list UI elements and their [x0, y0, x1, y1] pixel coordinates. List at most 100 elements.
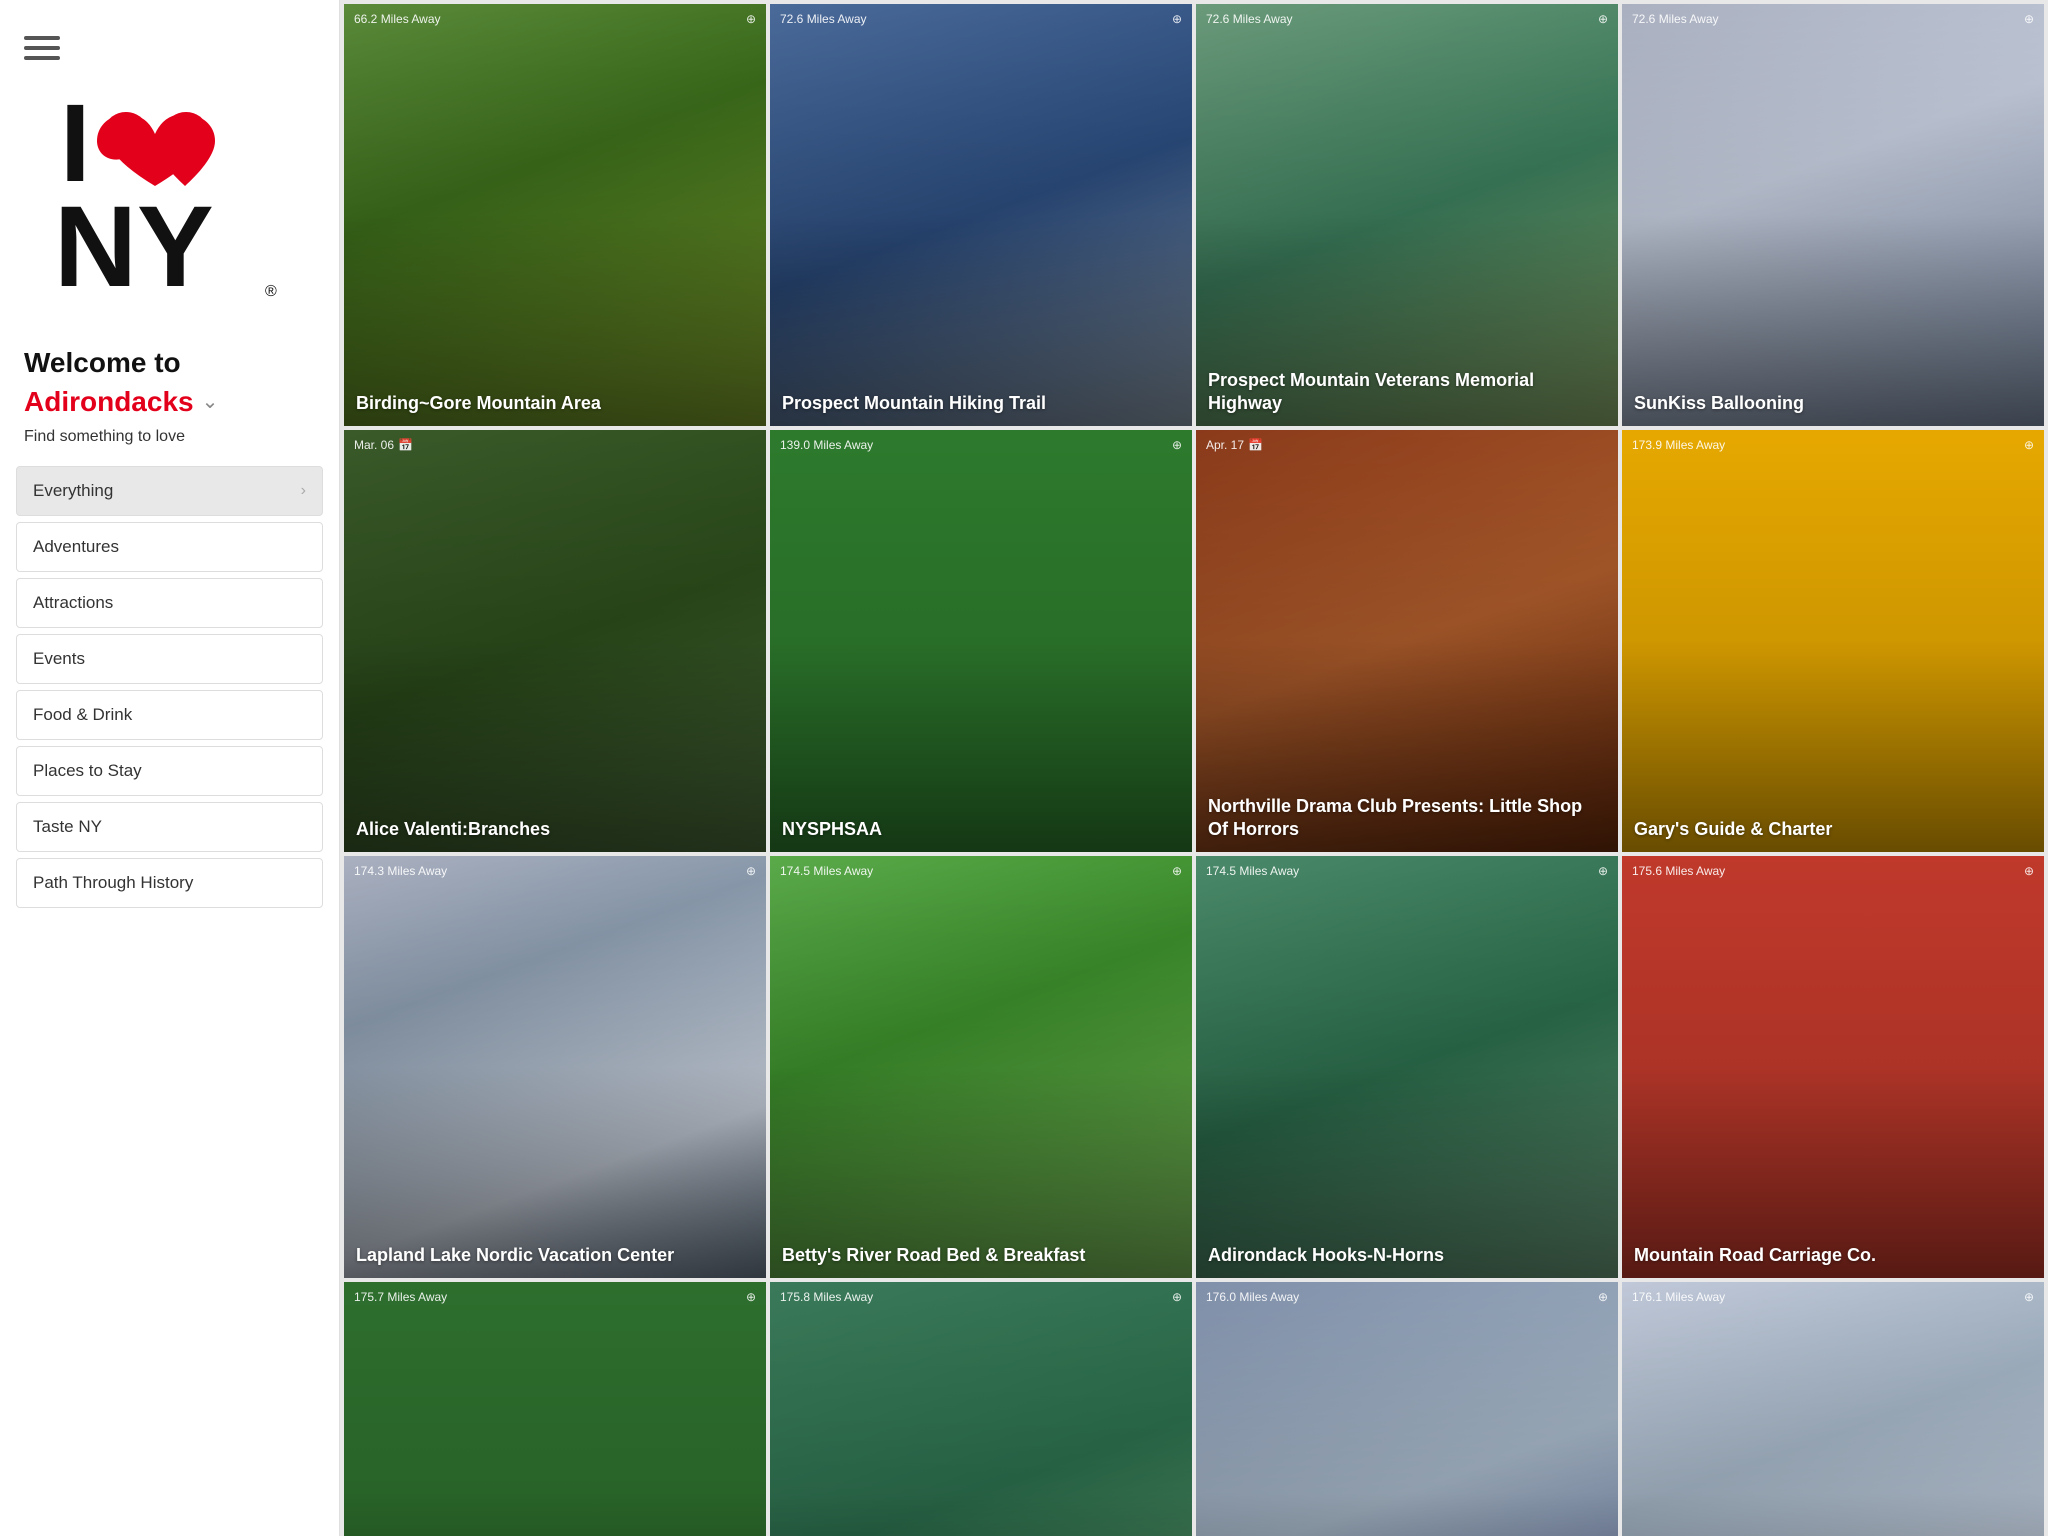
globe-icon: ⊕ [2024, 1290, 2034, 1304]
region-row: Adirondacks ⌄ [0, 386, 339, 424]
card-title: Mountain Road Carriage Co. [1622, 1234, 2044, 1279]
card-overlay [770, 1282, 1192, 1536]
card-overlay [770, 856, 1192, 1278]
miles-badge: 173.9 Miles Away [1632, 438, 1725, 452]
nav-item-label: Food & Drink [33, 705, 132, 725]
card-top-bar: 72.6 Miles Away ⊕ [1196, 4, 1618, 34]
miles-badge: 72.6 Miles Away [780, 12, 867, 26]
card-top-bar: 174.5 Miles Away⊕ [1196, 856, 1618, 886]
i-love-ny-logo: I NY ® [50, 86, 290, 316]
card-top-bar: 175.7 Miles Away ⊕ [344, 1282, 766, 1312]
nav-item-label: Taste NY [33, 817, 102, 837]
logo-area: I NY ® [0, 86, 339, 336]
card-nysphsaa[interactable]: 139.0 Miles Away⊕ NYSPHSAA [770, 430, 1192, 852]
card-ballooning-adventures[interactable]: 176.1 Miles Away⊕Ballooning Adventures [1622, 1282, 2044, 1536]
date-badge: Mar. 06 📅 [354, 438, 413, 452]
card-garys-guide[interactable]: 173.9 Miles Away⊕Gary's Guide & Charter [1622, 430, 2044, 852]
card-overlay [1622, 4, 2044, 426]
card-prospect-hiking[interactable]: 72.6 Miles Away ⊕ Prospect Mountain Hiking… [770, 4, 1192, 426]
card-west-mountain[interactable]: 176.0 Miles Away⊕West Mountain [1196, 1282, 1618, 1536]
card-overlay [344, 856, 766, 1278]
card-top-bar: 175.6 Miles Away⊕ [1622, 856, 2044, 886]
card-overlay [770, 430, 1192, 852]
calendar-icon: 📅 [398, 438, 413, 452]
sidebar-item-events[interactable]: Events [16, 634, 323, 684]
globe-icon: ⊕ [1172, 1290, 1182, 1304]
card-top-bar: 176.0 Miles Away ⊕ [1196, 1282, 1618, 1312]
card-overlay [344, 1282, 766, 1536]
card-top-bar: Mar. 06 📅 [344, 430, 766, 460]
card-prospect-veterans[interactable]: 72.6 Miles Away ⊕ Prospect Mountain Vetera… [1196, 4, 1618, 426]
card-mountain-road-carriage[interactable]: 175.6 Miles Away⊕ Mountain Road Carriage … [1622, 856, 2044, 1278]
hamburger-menu[interactable] [0, 20, 339, 86]
miles-badge: 175.7 Miles Away [354, 1290, 447, 1304]
card-title: Prospect Mountain Veterans Memorial High… [1196, 359, 1618, 426]
card-top-bar: 72.6 Miles Away⊕ [1622, 4, 2044, 34]
nav-item-arrow: › [301, 482, 306, 500]
globe-icon: ⊕ [1598, 864, 1608, 878]
globe-icon: ⊕ [746, 864, 756, 878]
card-top-bar: 66.2 Miles Away⊕ [344, 4, 766, 34]
sidebar-item-adventures[interactable]: Adventures [16, 522, 323, 572]
card-adirondack-hooks[interactable]: 174.5 Miles Away⊕ Adirondack Hooks-N-Horn… [1196, 856, 1618, 1278]
card-top-bar: 139.0 Miles Away⊕ [770, 430, 1192, 460]
miles-badge: 72.6 Miles Away [1206, 12, 1293, 26]
globe-icon: ⊕ [1172, 864, 1182, 878]
card-lapland-lake[interactable]: 174.3 Miles Away ⊕ Lapland Lake Nordic Vac… [344, 856, 766, 1278]
sidebar-item-everything[interactable]: Everything › [16, 466, 323, 516]
sidebar-item-taste-ny[interactable]: Taste NY [16, 802, 323, 852]
svg-text:NY: NY [54, 183, 214, 311]
globe-icon: ⊕ [746, 1290, 756, 1304]
calendar-icon: 📅 [1248, 438, 1263, 452]
globe-icon: ⊕ [1598, 1290, 1608, 1304]
date-badge: Apr. 17 📅 [1206, 438, 1263, 452]
nav-item-label: Path Through History [33, 873, 193, 893]
card-overlay [1622, 856, 2044, 1278]
card-top-bar: Apr. 17 📅 [1196, 430, 1618, 460]
sidebar-item-food-drink[interactable]: Food & Drink [16, 690, 323, 740]
miles-badge: 66.2 Miles Away [354, 12, 441, 26]
nav-item-label: Places to Stay [33, 761, 142, 781]
cards-grid: 66.2 Miles Away⊕Birding~Gore Mountain Ar… [340, 0, 2048, 1536]
card-northville-drama[interactable]: Apr. 17 📅 Northville Drama Club Presents:… [1196, 430, 1618, 852]
card-overlay [344, 4, 766, 426]
sidebar: I NY ® Welcome to Adirondacks ⌄ Find som… [0, 0, 340, 1536]
navigation-list: Everything › Adventures Attractions Events Fo… [0, 466, 339, 914]
miles-badge: 174.5 Miles Away [780, 864, 873, 878]
sidebar-item-places-to-stay[interactable]: Places to Stay [16, 746, 323, 796]
sidebar-item-attractions[interactable]: Attractions [16, 578, 323, 628]
card-overlay [770, 4, 1192, 426]
card-sunkiss-ballooning[interactable]: 72.6 Miles Away⊕SunKiss Ballooning [1622, 4, 2044, 426]
tagline: Find something to love [0, 424, 339, 466]
globe-icon: ⊕ [1598, 12, 1608, 26]
card-title: Adirondack Hooks-N-Horns [1196, 1234, 1618, 1279]
nav-item-label: Everything [33, 481, 113, 501]
svg-text:®: ® [265, 283, 277, 300]
nav-item-label: Adventures [33, 537, 119, 557]
miles-badge: 176.0 Miles Away [1206, 1290, 1299, 1304]
card-top-bar: 174.3 Miles Away ⊕ [344, 856, 766, 886]
card-top-bar: 175.8 Miles Away⊕ [770, 1282, 1192, 1312]
card-alice-valenti[interactable]: Mar. 06 📅Alice Valenti:Branches [344, 430, 766, 852]
card-overlay [1622, 430, 2044, 852]
globe-icon: ⊕ [1172, 12, 1182, 26]
card-title: Lapland Lake Nordic Vacation Center [344, 1234, 766, 1279]
sidebar-item-path-through-history[interactable]: Path Through History [16, 858, 323, 908]
welcome-label: Welcome to [0, 336, 339, 386]
region-dropdown-icon[interactable]: ⌄ [202, 389, 219, 414]
card-title: Prospect Mountain Hiking Trail [770, 382, 1192, 427]
card-title: NYSPHSAA [770, 808, 1192, 853]
card-bettys-river-road[interactable]: 174.5 Miles Away⊕Betty's River Road Bed … [770, 856, 1192, 1278]
card-birding-gore[interactable]: 66.2 Miles Away⊕Birding~Gore Mountain Ar… [344, 4, 766, 426]
card-overlay [344, 430, 766, 852]
card-top-bar: 173.9 Miles Away ⊕ [1622, 430, 2044, 460]
card-top-bar: 72.6 Miles Away ⊕ [770, 4, 1192, 34]
miles-badge: 174.3 Miles Away [354, 864, 447, 878]
card-hudson-river[interactable]: 175.7 Miles Away⊕Hudson River [344, 1282, 766, 1536]
nav-item-label: Attractions [33, 593, 113, 613]
globe-icon: ⊕ [2024, 438, 2034, 452]
card-overlay [1622, 1282, 2044, 1536]
card-title: Northville Drama Club Presents: Little S… [1196, 785, 1618, 852]
card-overlay [1196, 1282, 1618, 1536]
card-hudson-river-park[interactable]: 175.8 Miles Away⊕Hudson River Park [770, 1282, 1192, 1536]
